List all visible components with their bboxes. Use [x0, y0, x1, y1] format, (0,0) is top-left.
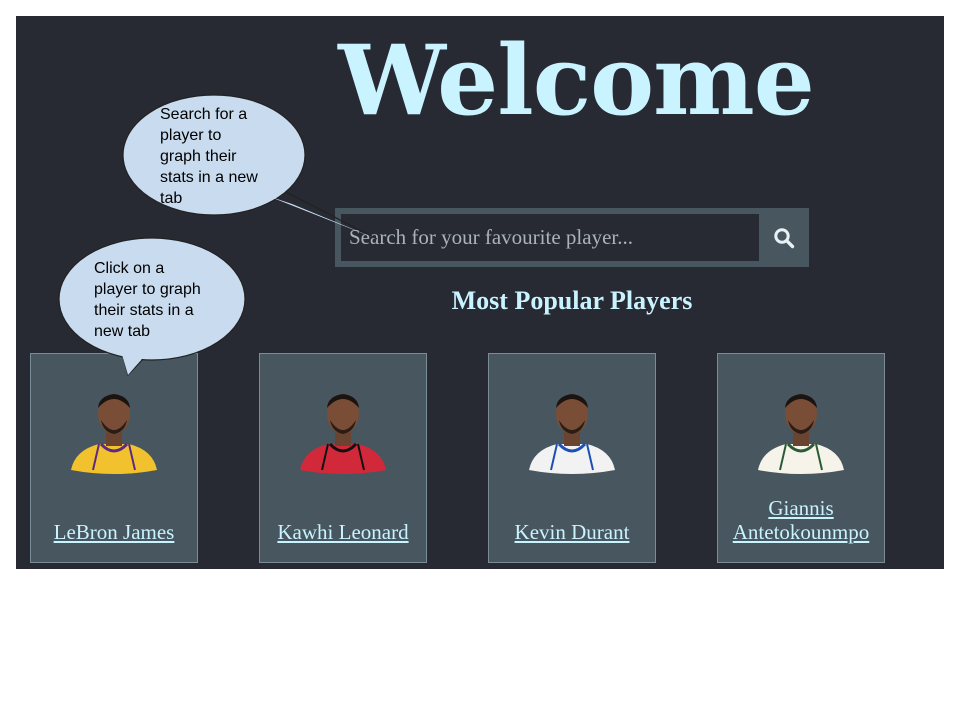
player-photo: [758, 394, 844, 474]
player-photo: [71, 394, 157, 474]
search-input[interactable]: [341, 214, 759, 261]
player-card[interactable]: Kevin Durant: [488, 353, 656, 563]
search-button[interactable]: [759, 208, 809, 267]
player-card[interactable]: Giannis Antetokounmpo: [717, 353, 885, 563]
search-icon: [774, 228, 795, 249]
player-photo: [300, 394, 386, 474]
player-name-link[interactable]: LeBron James: [31, 520, 197, 544]
player-name-link[interactable]: Kevin Durant: [489, 520, 655, 544]
search-callout-text: Search for a player to graph their stats…: [160, 106, 258, 207]
player-card[interactable]: Kawhi Leonard: [259, 353, 427, 563]
page-title: Welcome: [338, 24, 815, 137]
search-callout: Search for a player to graph their stats…: [120, 92, 380, 242]
player-photo: [529, 394, 615, 474]
player-callout: Click on a player to graph their stats i…: [56, 237, 256, 388]
section-title: Most Popular Players: [451, 286, 693, 315]
player-name-link[interactable]: Kawhi Leonard: [260, 520, 426, 544]
player-name-link[interactable]: Giannis Antetokounmpo: [718, 496, 884, 544]
player-callout-text: Click on a player to graph their stats i…: [94, 260, 201, 340]
search-bar: [335, 208, 809, 267]
